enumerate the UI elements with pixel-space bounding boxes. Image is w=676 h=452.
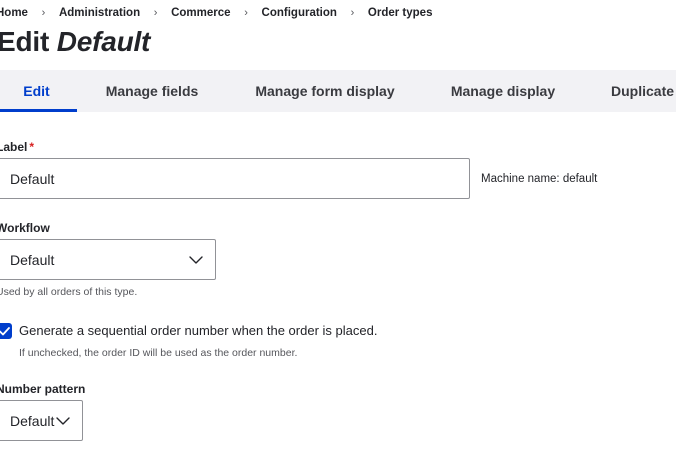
tab-manage-display[interactable]: Manage display [423, 70, 583, 112]
label-field-label: Label* [0, 140, 34, 154]
label-field-label-text: Label [0, 140, 28, 154]
tab-edit[interactable]: Edit [0, 70, 77, 112]
sequential-order-number-help-text: If unchecked, the order ID will be used … [19, 347, 298, 359]
page: Home › Administration › Commerce › Confi… [0, 0, 676, 452]
sequential-order-number-label[interactable]: Generate a sequential order number when … [19, 323, 377, 338]
label-input[interactable] [0, 158, 470, 199]
breadcrumb-link-configuration[interactable]: Configuration [262, 7, 337, 19]
workflow-help-text: Used by all orders of this type. [0, 286, 138, 298]
tab-duplicate[interactable]: Duplicate [583, 70, 676, 112]
workflow-select[interactable]: Default [0, 239, 216, 280]
page-title-prefix: Edit [0, 26, 50, 57]
workflow-select-value: Default [10, 251, 55, 268]
page-title: Edit Default [0, 26, 150, 58]
check-icon [0, 326, 10, 335]
machine-name-text: Machine name: default [481, 173, 598, 185]
required-marker: * [29, 140, 35, 154]
breadcrumb-link-home[interactable]: Home [0, 7, 28, 19]
number-pattern-select[interactable]: Default [0, 400, 83, 441]
number-pattern-label: Number pattern [0, 382, 86, 396]
number-pattern-select-value: Default [10, 412, 55, 429]
breadcrumb-link-administration[interactable]: Administration [59, 7, 140, 19]
breadcrumb-separator: › [153, 7, 158, 19]
tab-manage-form-display[interactable]: Manage form display [227, 70, 423, 112]
chevron-down-icon [189, 255, 203, 264]
chevron-down-icon [56, 416, 70, 425]
breadcrumb-link-commerce[interactable]: Commerce [171, 7, 230, 19]
breadcrumb-link-order-types[interactable]: Order types [368, 7, 433, 19]
page-title-entity-name: Default [56, 26, 151, 57]
breadcrumb-separator: › [244, 7, 248, 19]
tabs-bar: Edit Manage fields Manage form display M… [0, 70, 676, 112]
tab-manage-fields[interactable]: Manage fields [77, 70, 227, 112]
breadcrumb: Home › Administration › Commerce › Confi… [0, 7, 432, 19]
workflow-label: Workflow [0, 221, 50, 235]
sequential-order-number-checkbox[interactable] [0, 323, 12, 339]
breadcrumb-separator: › [41, 7, 46, 19]
breadcrumb-separator: › [350, 7, 355, 19]
